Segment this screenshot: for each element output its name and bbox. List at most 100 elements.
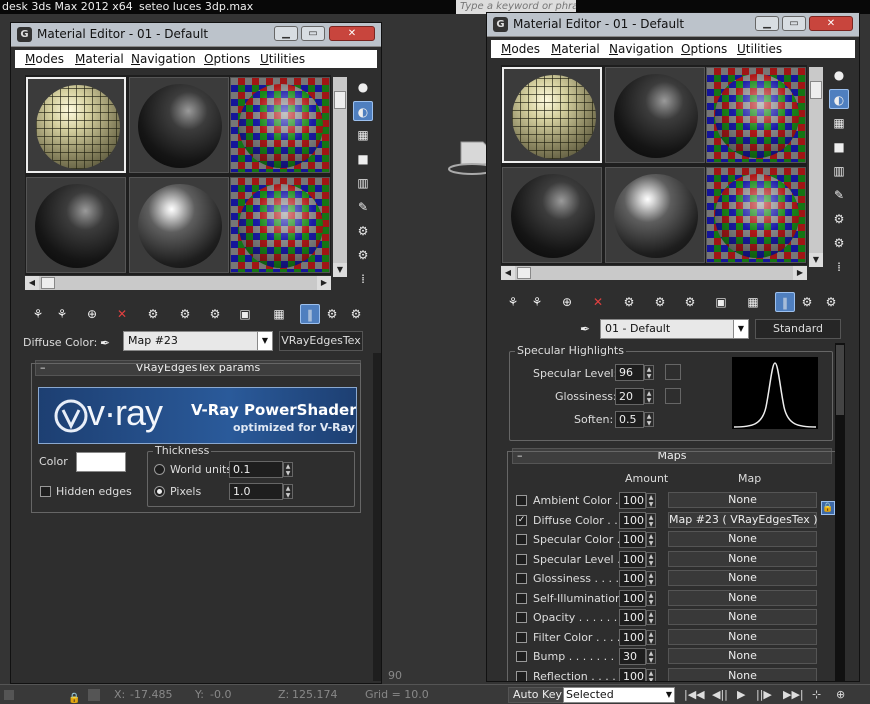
spinner-arrows-icon[interactable]: ▲ ▼ (646, 571, 656, 586)
menu-material[interactable]: Material (75, 50, 124, 68)
scroll-down-arrow[interactable]: ▼ (333, 263, 347, 277)
material-map-navigator-icon[interactable]: ⁞ (353, 269, 373, 289)
map-slot-button[interactable]: None (668, 589, 817, 606)
uv-tiling-icon[interactable]: ■ (353, 149, 373, 169)
make-copy-icon[interactable]: ⚙ (143, 304, 163, 324)
zoom-icon[interactable]: ⊕ (836, 685, 845, 704)
soften-spinner[interactable]: 0.5 ▲ ▼ (615, 411, 654, 428)
auto-key-button[interactable]: Auto Key (508, 687, 567, 703)
put-to-library-icon[interactable]: ⚙ (680, 292, 700, 312)
show-end-result-icon[interactable]: ∥ (775, 292, 795, 312)
go-to-start-icon[interactable]: |◀◀ (684, 685, 705, 704)
material-id-channel-icon[interactable]: ▣ (235, 304, 255, 324)
spinner-arrows-icon[interactable]: ▲ ▼ (644, 365, 654, 380)
menu-navigation[interactable]: Navigation (131, 50, 196, 68)
scroll-thumb[interactable] (836, 345, 844, 415)
map-enabled-checkbox[interactable] (516, 534, 527, 545)
scroll-right-arrow[interactable]: ▶ (793, 266, 807, 280)
sample-slot-5[interactable] (129, 177, 229, 273)
menu-material[interactable]: Material (551, 40, 600, 58)
menu-navigation[interactable]: Navigation (609, 40, 674, 58)
absolute-mode-icon[interactable] (88, 689, 100, 701)
assign-material-icon[interactable]: ⊕ (557, 292, 577, 312)
reset-map-icon[interactable]: ✕ (588, 292, 608, 312)
map-enabled-checkbox[interactable] (516, 631, 527, 643)
map-enabled-checkbox[interactable] (516, 573, 527, 584)
slots-vertical-scrollbar[interactable]: ▼ (809, 67, 823, 267)
map-enabled-checkbox[interactable] (516, 651, 527, 662)
map-enabled-checkbox[interactable] (516, 592, 527, 604)
map-amount-spinner[interactable]: 100 ▲ ▼ (619, 492, 656, 509)
map-enabled-checkbox[interactable] (516, 495, 527, 506)
lock-icon[interactable]: 🔒 (821, 501, 835, 515)
maximize-button[interactable]: ▭ (301, 26, 325, 41)
map-amount-spinner[interactable]: 100 ▲ ▼ (619, 589, 656, 607)
sample-slot-2[interactable] (605, 67, 705, 163)
slots-vertical-scrollbar[interactable]: ▼ (333, 77, 347, 277)
chevron-down-icon[interactable]: ▼ (257, 332, 272, 350)
map-slot-button[interactable]: None (668, 609, 817, 625)
slots-horizontal-scrollbar[interactable]: ◀ ▶ (501, 266, 807, 280)
x-coord-value[interactable]: -17.485 (130, 685, 172, 704)
make-preview-icon[interactable]: ✎ (829, 185, 849, 205)
maximize-button[interactable]: ▭ (782, 16, 806, 31)
minimize-button[interactable]: ▁ (755, 16, 779, 31)
specular-level-spinner[interactable]: 96 ▲ ▼ (615, 364, 654, 381)
select-by-material-icon[interactable]: ⚙ (353, 245, 373, 265)
sample-slot-1[interactable] (502, 67, 602, 163)
spinner-arrows-icon[interactable]: ▲ ▼ (646, 668, 656, 681)
make-unique-icon[interactable]: ⚙ (175, 304, 195, 324)
close-button[interactable]: ✕ (329, 26, 375, 41)
scroll-right-arrow[interactable]: ▶ (317, 276, 331, 290)
specular-level-map-button[interactable] (665, 364, 681, 380)
map-enabled-checkbox[interactable] (516, 612, 527, 623)
scroll-left-arrow[interactable]: ◀ (501, 266, 515, 280)
sample-type-icon[interactable]: ● (829, 65, 849, 85)
sample-slot-6[interactable] (706, 167, 806, 263)
material-map-navigator-icon[interactable]: ⁞ (829, 257, 849, 277)
eyedropper-icon[interactable]: ✒ (95, 333, 115, 353)
material-id-channel-icon[interactable]: ▣ (711, 292, 731, 312)
map-slot-button[interactable]: None (668, 492, 817, 508)
map-slot-button[interactable]: None (668, 667, 817, 681)
lock-selection-icon[interactable]: 🔒 (68, 689, 80, 704)
sample-slot-2[interactable] (129, 77, 229, 173)
glossiness-map-button[interactable] (665, 388, 681, 404)
map-slot-button[interactable]: None (668, 648, 817, 664)
world-units-radio[interactable] (154, 464, 165, 475)
scroll-thumb[interactable] (517, 267, 531, 279)
make-unique-icon[interactable]: ⚙ (650, 292, 670, 312)
show-map-in-viewport-icon[interactable]: ▦ (743, 292, 763, 312)
glossiness-spinner[interactable]: 20 ▲ ▼ (615, 388, 654, 405)
chevron-down-icon[interactable]: ▼ (733, 320, 748, 338)
minimize-button[interactable]: ▁ (274, 26, 298, 41)
map-type-button[interactable]: VRayEdgesTex (279, 331, 363, 351)
show-end-result-icon[interactable]: ∥ (300, 304, 320, 324)
spinner-arrows-icon[interactable]: ▲ ▼ (644, 412, 654, 427)
spinner-arrows-icon[interactable]: ▲ ▼ (646, 610, 656, 625)
map-amount-spinner[interactable]: 100 ▲ ▼ (619, 511, 656, 529)
edge-color-swatch[interactable] (76, 452, 126, 472)
sample-slot-4[interactable] (502, 167, 602, 263)
sample-slot-4[interactable] (26, 177, 126, 273)
select-by-material-icon[interactable]: ⚙ (829, 233, 849, 253)
reset-map-icon[interactable]: ✕ (112, 304, 132, 324)
hidden-edges-checkbox[interactable] (40, 486, 51, 497)
options-icon[interactable]: ⚙ (353, 221, 373, 241)
backlight-icon[interactable]: ◐ (353, 101, 373, 121)
put-to-library-icon[interactable]: ⚙ (205, 304, 225, 324)
previous-frame-icon[interactable]: ◀|| (712, 685, 728, 704)
scroll-left-arrow[interactable]: ◀ (25, 276, 39, 290)
play-icon[interactable]: ▶ (737, 685, 745, 704)
menu-modes[interactable]: Modes (501, 40, 540, 58)
spinner-arrows-icon[interactable]: ▲ ▼ (646, 493, 656, 508)
map-amount-spinner[interactable]: 100 ▲ ▼ (619, 570, 656, 587)
spinner-arrows-icon[interactable]: ▲ ▼ (646, 629, 656, 645)
map-enabled-checkbox[interactable] (516, 553, 527, 565)
menu-modes[interactable]: Modes (25, 50, 64, 68)
assign-material-icon[interactable]: ⊕ (82, 304, 102, 324)
put-to-scene-icon[interactable]: ⚘ (527, 292, 547, 312)
scroll-thumb[interactable] (810, 81, 822, 99)
scroll-thumb[interactable] (334, 91, 346, 109)
get-material-icon[interactable]: ⚘ (28, 304, 48, 324)
